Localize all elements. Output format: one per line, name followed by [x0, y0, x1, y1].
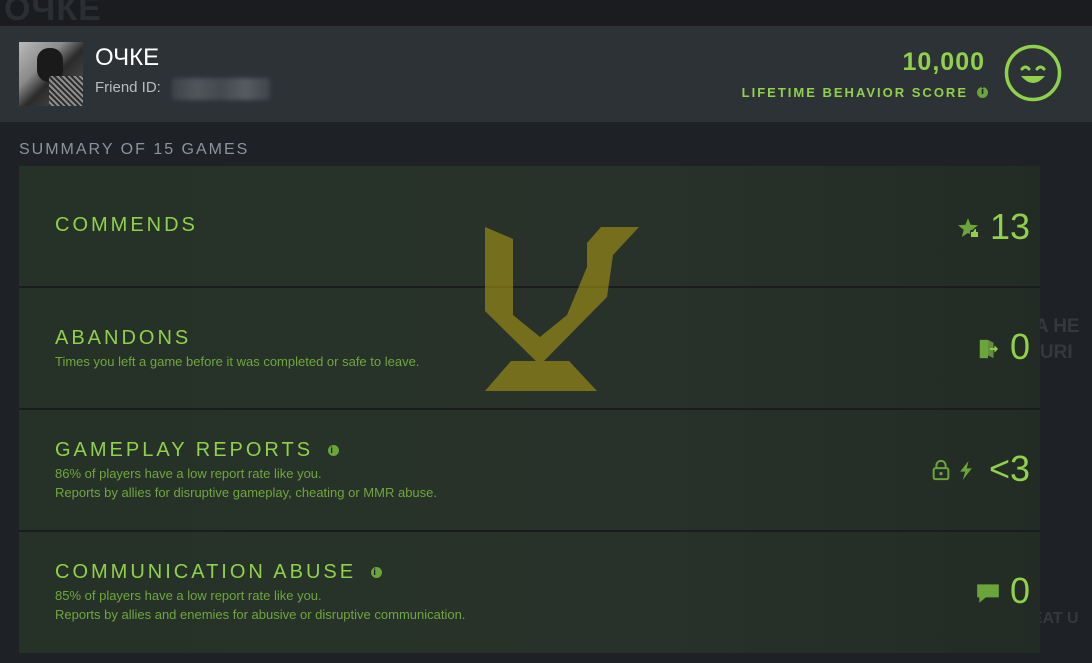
watermark-logo — [485, 227, 639, 391]
background-title: ОЧКЕ — [4, 0, 102, 28]
star-thumb-icon — [958, 218, 979, 238]
gameplay-reports-desc-line-1: 86% of players have a low report rate li… — [55, 466, 322, 481]
commends-value: 13 — [989, 206, 1030, 247]
communication-abuse-panel: COMMUNICATION ABUSE i 85% of players hav… — [19, 532, 1040, 653]
communication-abuse-value: 0 — [1009, 570, 1030, 611]
friend-id-label: Friend ID: — [95, 79, 161, 96]
communication-abuse-desc-line-1: 85% of players have a low report rate li… — [55, 588, 322, 603]
avatar[interactable] — [19, 42, 83, 106]
info-icon[interactable]: i — [370, 567, 382, 578]
abandons-value: 0 — [1009, 326, 1030, 367]
friend-id-redacted — [172, 78, 270, 100]
chat-bubble-icon — [977, 584, 999, 603]
communication-abuse-label: COMMUNICATION ABUSE — [55, 561, 357, 583]
lightning-icon — [960, 460, 972, 480]
gameplay-reports-desc-line-2: Reports by allies for disruptive gamepla… — [55, 485, 437, 500]
commends-title: COMMENDS — [55, 214, 198, 236]
behavior-score-label: LIFETIME BEHAVIOR SCORE — [741, 85, 968, 100]
communication-abuse-title: COMMUNICATION ABUSE i — [55, 561, 382, 584]
gameplay-reports-panel: GAMEPLAY REPORTS i 86% of players have a… — [19, 410, 1040, 532]
abandons-description: Times you left a game before it was comp… — [55, 354, 420, 369]
smiley-face-icon — [1004, 44, 1062, 102]
profile-header: ОЧКЕ Friend ID: 10,000 LIFETIME BEHAVIOR… — [0, 26, 1092, 122]
abandons-title: ABANDONS — [55, 327, 192, 349]
gameplay-reports-label: GAMEPLAY REPORTS — [55, 439, 314, 461]
gameplay-reports-title: GAMEPLAY REPORTS i — [55, 439, 339, 462]
communication-abuse-description: 85% of players have a low report rate li… — [55, 586, 465, 624]
summary-heading: SUMMARY OF 15 GAMES — [19, 141, 250, 158]
info-icon[interactable]: i — [327, 445, 339, 456]
communication-abuse-desc-line-2: Reports by allies and enemies for abusiv… — [55, 607, 466, 622]
door-exit-icon — [979, 339, 999, 359]
gameplay-reports-value: <3 — [988, 448, 1030, 489]
gameplay-reports-description: 86% of players have a low report rate li… — [55, 464, 437, 502]
player-name: ОЧКЕ — [95, 44, 160, 71]
lock-icon — [932, 459, 950, 481]
behavior-score-value: 10,000 — [902, 48, 985, 76]
info-icon[interactable]: i — [977, 87, 988, 98]
top-strip — [0, 0, 1092, 26]
